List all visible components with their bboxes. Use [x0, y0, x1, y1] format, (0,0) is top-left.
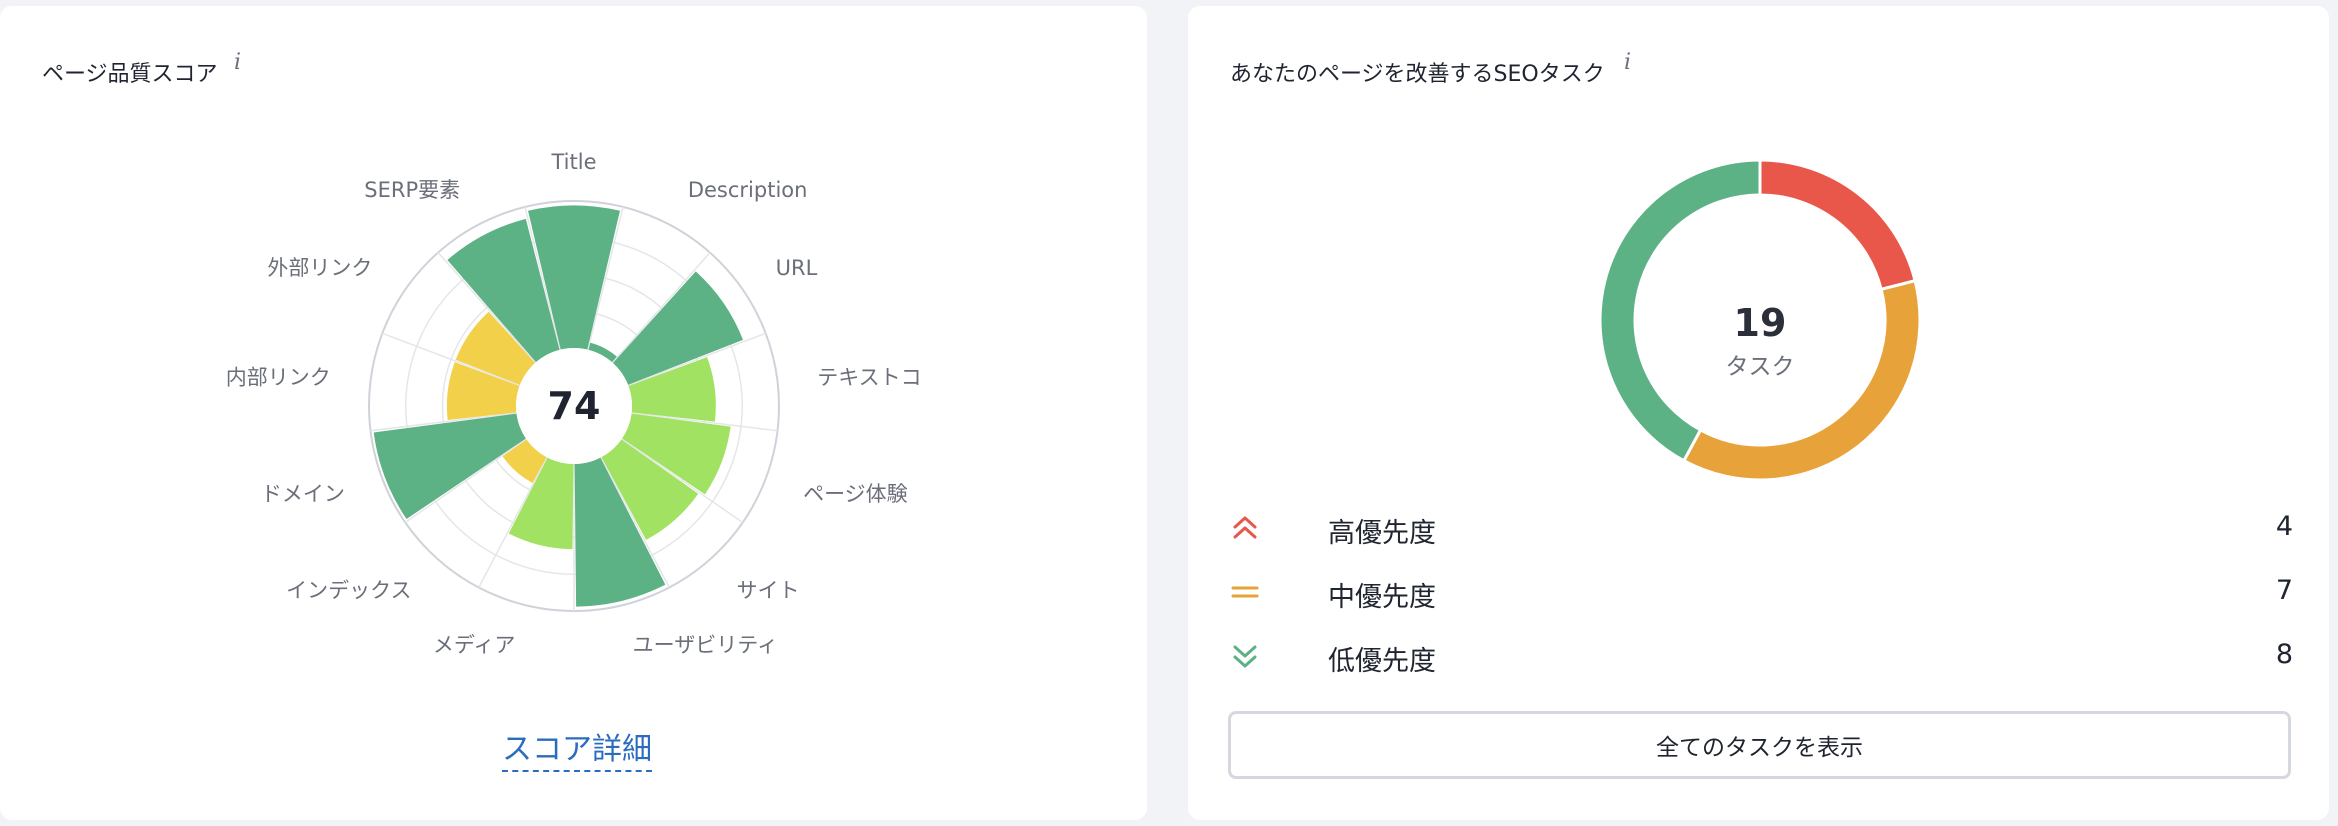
equals-icon [1231, 586, 1259, 598]
quality-score-value: 74 [548, 384, 601, 428]
tasks-total-value: 19 [1734, 301, 1787, 345]
priority-row-low: 低優先度 8 [1228, 635, 2293, 679]
double-chevron-down-icon [1233, 645, 1257, 668]
donut-segment[interactable] [1681, 278, 1922, 482]
donut-segment[interactable] [1758, 158, 1917, 292]
radar-segment[interactable] [373, 413, 526, 520]
seo-tasks-card: あなたのページを改善するSEOタスク i 19 タスク 高優先度 4 中優先度 … [1188, 6, 2329, 820]
radar-label: SERP要素 [364, 178, 460, 202]
radar-label: ページ体験 [803, 482, 908, 506]
radar-label: Description [688, 178, 808, 202]
show-all-tasks-button[interactable]: 全てのタスクを表示 [1228, 711, 2291, 779]
radar-label: 外部リンク [267, 256, 372, 280]
priority-label: 高優先度 [1328, 518, 1436, 549]
quality-radar-chart: Title Description URL テキストコページ体験サイトユーザビリティ メ… [226, 150, 922, 657]
priority-count: 4 [2275, 511, 2293, 542]
page-quality-card: ページ品質スコア i Title Description URL テキストコ ページ体験… [0, 6, 1147, 820]
radar-label: サイト [736, 578, 799, 602]
score-details-link[interactable]: スコア詳細 [502, 724, 652, 772]
radar-label: インデックス [286, 578, 411, 602]
priority-count: 8 [2275, 639, 2293, 670]
priority-row-high: 高優先度 4 [1228, 507, 2293, 551]
priority-count: 7 [2275, 575, 2293, 606]
priority-label: 低優先度 [1328, 646, 1436, 677]
tasks-total-label: タスク [1726, 354, 1795, 380]
radar-label: URL [776, 256, 818, 280]
radar-label: ドメイン [261, 482, 345, 506]
radar-label: Title [550, 150, 596, 174]
radar-label: メディア [433, 633, 516, 657]
radar-label: テキストコ [817, 365, 921, 389]
tasks-donut-chart: 19 タスク [1598, 158, 1922, 482]
priority-label: 中優先度 [1328, 582, 1436, 613]
double-chevron-up-icon [1233, 516, 1257, 539]
radar-label: 内部リンク [226, 365, 331, 389]
priority-row-medium: 中優先度 7 [1228, 571, 2293, 615]
radar-label: ユーザビリティ [633, 633, 778, 657]
